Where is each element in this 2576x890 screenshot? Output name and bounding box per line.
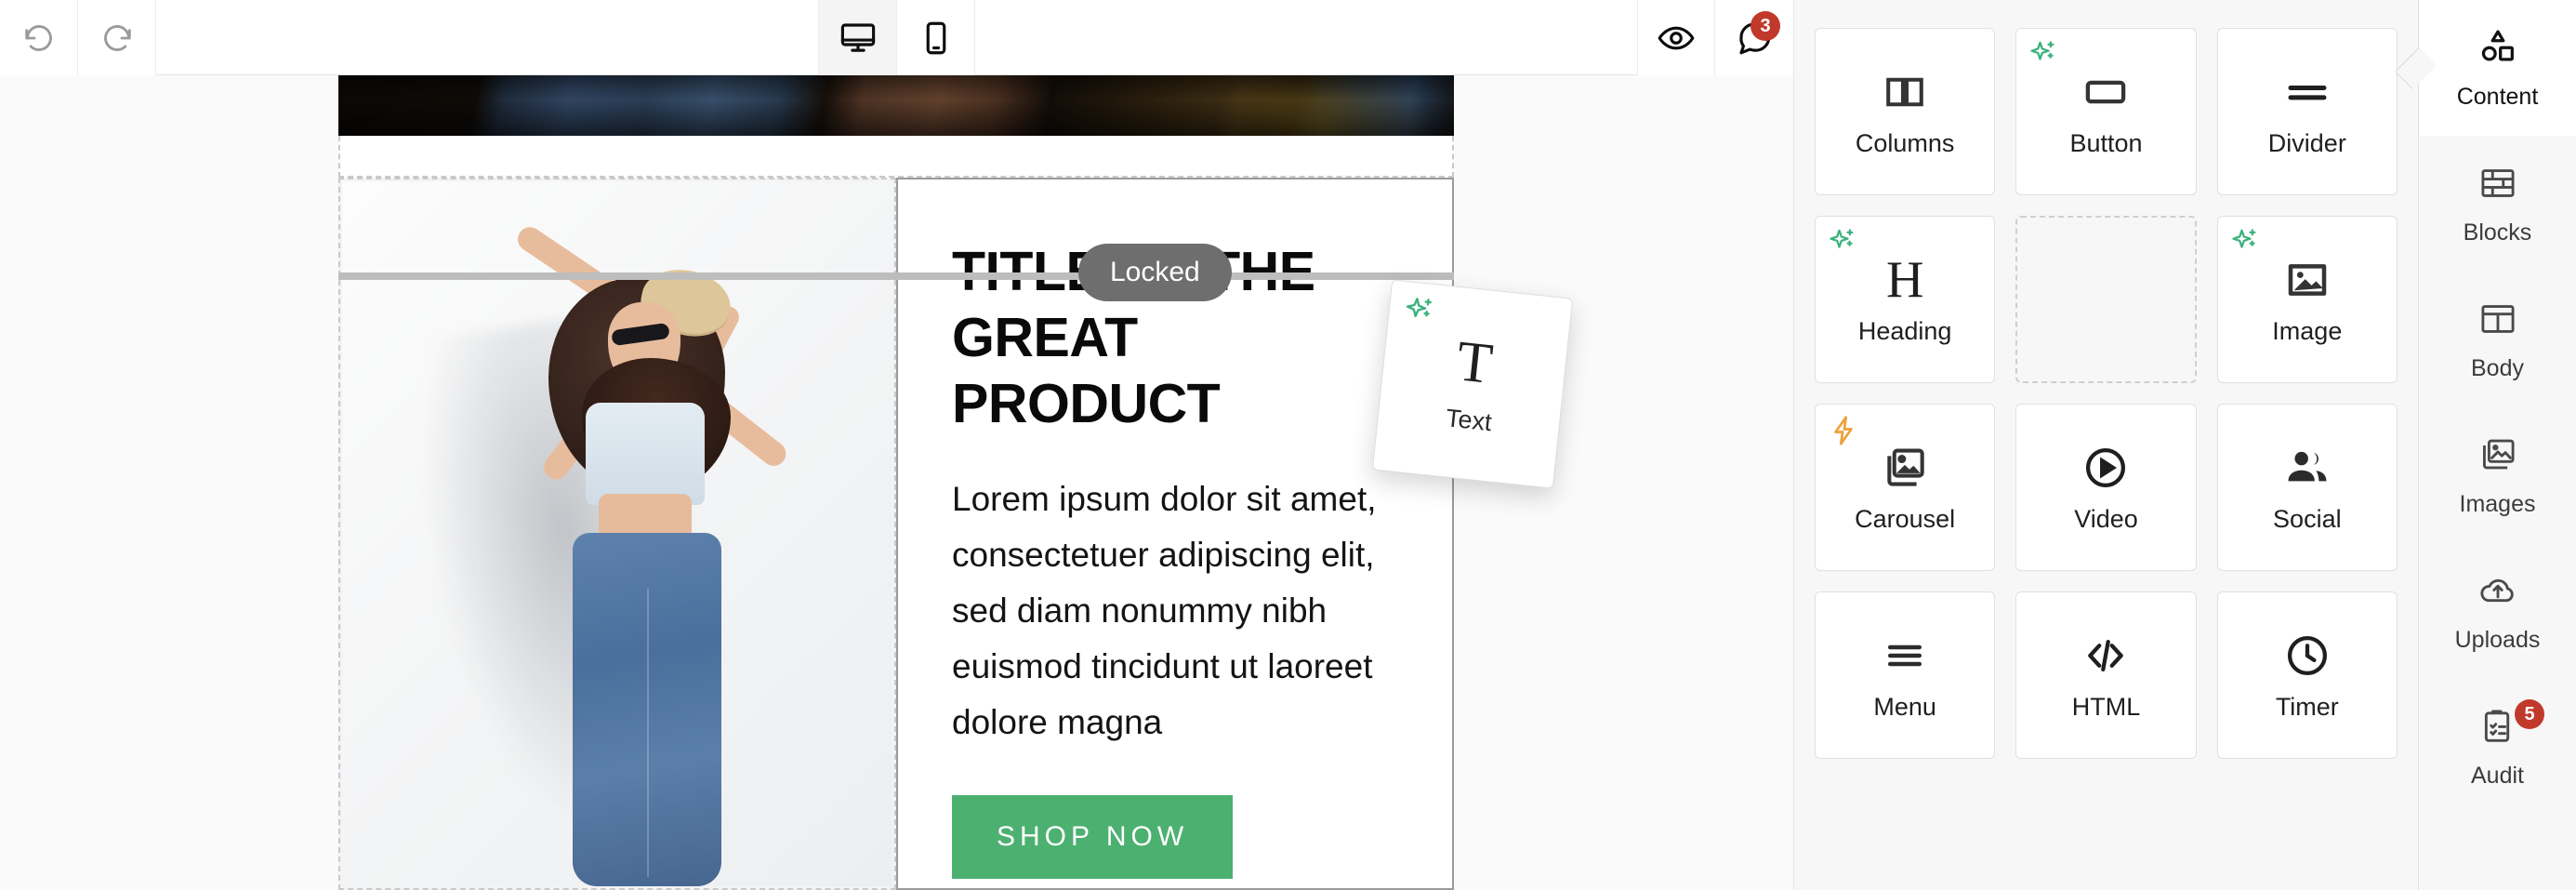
redo-icon [103,24,131,51]
tile-label: Menu [1873,692,1936,721]
rail-item-label: Blocks [2463,219,2532,246]
comments-button[interactable]: 3 [1715,0,1793,75]
redo-button[interactable] [78,0,156,75]
rail-item-audit[interactable]: 5 Audit [2419,679,2576,815]
tile-menu[interactable]: Menu [1815,591,1996,759]
clipboard-icon [2477,705,2519,752]
tile-label: Divider [2267,128,2346,157]
menu-icon [1880,630,1930,682]
rail-item-images[interactable]: Images [2419,407,2576,543]
carousel-icon [1880,442,1930,494]
button-icon [2081,66,2131,118]
tile-label: Social [2273,504,2342,533]
bricks-icon [2477,162,2519,209]
content-tiles-panel: Columns Button Divider H Heading Image C… [1793,0,2418,890]
tile-label: Carousel [1855,504,1956,533]
editor-toolbar: 3 [0,0,1793,75]
undo-button[interactable] [0,0,78,75]
tile-video[interactable]: Video [2015,404,2197,571]
dragged-tile-label: Text [1444,403,1494,436]
cloud-up-icon [2477,569,2519,617]
hero-banner-block[interactable] [338,75,1454,136]
rail-item-uploads[interactable]: Uploads [2419,543,2576,679]
tile-columns[interactable]: Columns [1815,28,1996,195]
tile-label: Heading [1857,316,1952,345]
tile-label: HTML [2071,692,2141,721]
eye-icon [1658,26,1695,49]
desktop-icon [840,22,875,52]
text-glyph: T [1454,328,1496,396]
rail-item-label: Images [2459,490,2536,517]
mobile-icon [926,21,945,54]
video-icon [2081,442,2131,494]
layout-icon [2477,298,2519,345]
desktop-view-button[interactable] [819,0,897,75]
tile-social[interactable]: Social [2216,404,2398,571]
sparkle-icon [2028,38,2061,76]
html-icon [2081,630,2131,682]
locked-badge: Locked [1078,244,1232,301]
heading-icon: H [1885,250,1924,309]
model-photo [342,181,892,886]
sparkle-icon [2229,226,2263,264]
sparkle-icon [1400,293,1439,337]
email-document: TITLE OF THE GREAT PRODUCT Lorem ipsum d… [338,75,1454,890]
tile-label: Button [2069,128,2143,157]
spacer-row[interactable] [338,136,1454,178]
timer-icon [2282,630,2332,682]
toolbar-left-spacer [156,0,819,74]
tile-timer[interactable]: Timer [2216,591,2398,759]
tile-carousel[interactable]: Carousel [1815,404,1996,571]
undo-icon [24,24,52,51]
toolbar-center-gap [975,0,1637,74]
images-icon [2477,433,2519,481]
tile-divider[interactable]: Divider [2216,28,2398,195]
hero-banner-image [338,75,1454,136]
shapes-icon [2477,26,2519,73]
rail-item-label: Uploads [2454,626,2541,653]
tile-label: Columns [1855,128,1955,157]
rail-item-label: Body [2471,354,2524,381]
image-icon [2282,254,2332,306]
tile-html[interactable]: HTML [2015,591,2197,759]
left-image-column[interactable] [338,178,896,890]
email-builder-app: 3 TITLE THE GREAT PRODUCT Lorem ipsum do… [0,0,2576,890]
dragged-text-tile[interactable]: T Text [1371,279,1574,489]
audit-badge: 5 [2515,699,2544,729]
divider-icon [2282,66,2332,118]
tile-label: Video [2074,504,2138,533]
social-icon [2282,442,2332,494]
rail-item-label: Content [2456,83,2539,110]
rail-item-body[interactable]: Body [2419,272,2576,407]
rail-item-blocks[interactable]: Blocks [2419,136,2576,272]
content-tile-grid: Columns Button Divider H Heading Image C… [1815,28,2398,759]
preview-button[interactable] [1637,0,1715,75]
tile-empty-slot [2015,216,2197,383]
right-nav-rail: Content Blocks Body Images Uploads 5 Aud… [2418,0,2576,890]
columns-icon [1880,66,1930,118]
drop-indicator-line [338,272,1454,280]
rail-item-label: Audit [2471,762,2524,789]
tile-label: Timer [2275,692,2339,721]
mobile-view-button[interactable] [897,0,975,75]
lightning-bolt-icon [1827,414,1860,452]
rail-item-content[interactable]: Content [2419,0,2576,136]
tile-button[interactable]: Button [2015,28,2197,195]
product-body-text: Lorem ipsum dolor sit amet, consectetuer… [952,480,1377,742]
two-column-row: TITLE OF THE GREAT PRODUCT Lorem ipsum d… [338,178,1454,890]
comments-badge: 3 [1750,11,1780,41]
tile-image[interactable]: Image [2216,216,2398,383]
canvas-column: 3 TITLE THE GREAT PRODUCT Lorem ipsum do… [0,0,1793,890]
sparkle-icon [1827,226,1860,264]
tile-heading[interactable]: H Heading [1815,216,1996,383]
tile-label: Image [2272,316,2343,345]
shop-now-button[interactable]: SHOP NOW [952,795,1234,880]
